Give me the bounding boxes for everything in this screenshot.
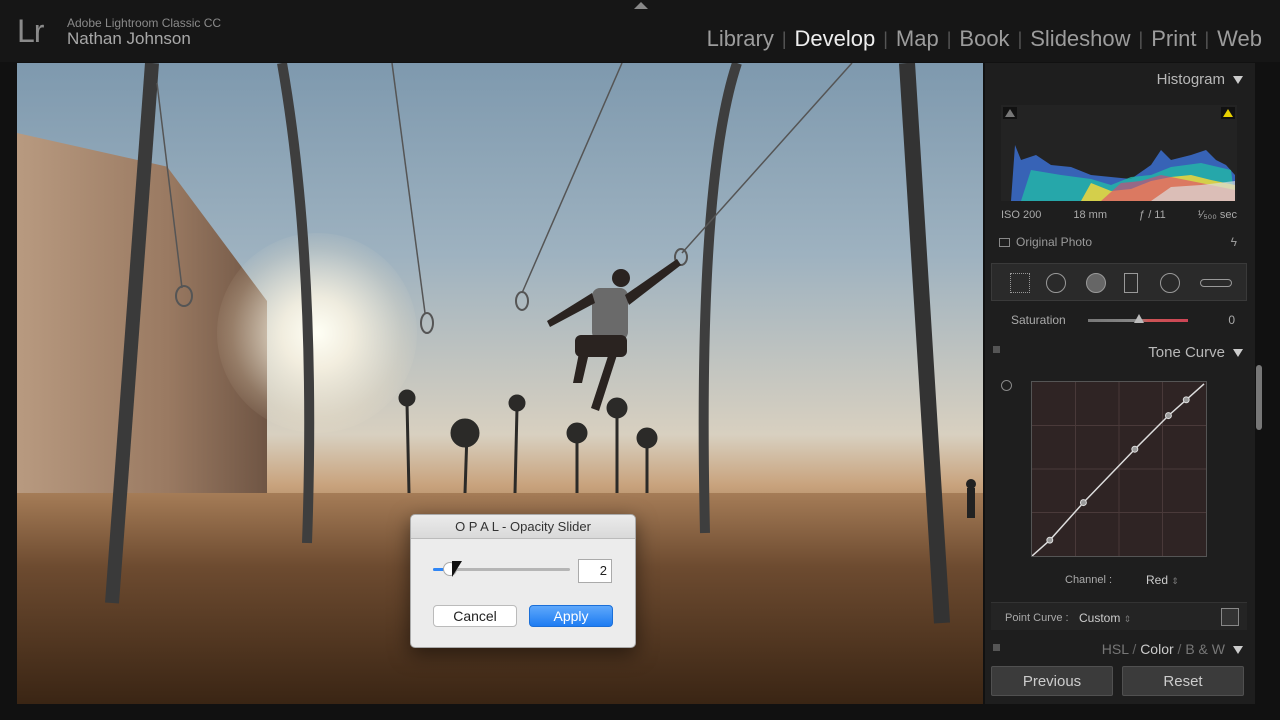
panel-switch-icon[interactable] xyxy=(993,346,1000,353)
shutter-speed: ¹⁄₅₀₀ sec xyxy=(1197,209,1237,221)
lightroom-logo: Lr xyxy=(17,13,44,49)
targeted-adjustment-icon[interactable] xyxy=(1001,380,1012,391)
module-develop[interactable]: Develop xyxy=(787,26,884,52)
graduated-filter-icon[interactable] xyxy=(1124,273,1138,293)
top-bar: Lr Adobe Lightroom Classic CC Nathan Joh… xyxy=(0,0,1280,62)
module-map[interactable]: Map xyxy=(888,26,947,52)
panel-toggle-arrow-icon[interactable] xyxy=(634,2,648,9)
hsl-tab[interactable]: HSL xyxy=(1102,641,1129,657)
cancel-button[interactable]: Cancel xyxy=(433,605,517,627)
lightning-icon: ϟ xyxy=(1230,235,1237,249)
original-photo-toggle[interactable]: Original Photo xyxy=(999,235,1092,249)
chevron-updown-icon: ⇕ xyxy=(1171,576,1179,586)
aperture-value: ƒ / 11 xyxy=(1139,209,1166,221)
tone-curve-header[interactable]: Tone Curve xyxy=(1148,344,1243,361)
module-picker: Library | Develop | Map | Book | Slidesh… xyxy=(699,26,1270,52)
saturation-thumb[interactable] xyxy=(1133,313,1144,323)
iso-value: ISO 200 xyxy=(1001,209,1042,221)
module-web[interactable]: Web xyxy=(1209,26,1270,52)
previous-button[interactable]: Previous xyxy=(991,666,1113,696)
tone-curve-title: Tone Curve xyxy=(1148,344,1225,361)
bw-tab[interactable]: B & W xyxy=(1185,641,1225,657)
tone-curve-graph[interactable] xyxy=(1031,381,1207,557)
original-photo-checkbox[interactable] xyxy=(999,237,1010,247)
panel-scrollbar[interactable] xyxy=(1256,365,1262,430)
channel-value: Red xyxy=(1146,573,1169,587)
crop-tool-icon[interactable] xyxy=(1010,273,1030,293)
point-curve-label: Point Curve : xyxy=(1005,612,1069,624)
apply-button[interactable]: Apply xyxy=(529,605,613,627)
chevron-updown-icon: ⇕ xyxy=(1123,614,1132,624)
color-tab[interactable]: Color xyxy=(1140,641,1173,657)
user-name: Nathan Johnson xyxy=(67,29,191,48)
reset-button[interactable]: Reset xyxy=(1122,666,1244,696)
collapse-triangle-icon[interactable] xyxy=(1233,349,1243,358)
brush-icon[interactable] xyxy=(1200,279,1232,287)
exif-info: ISO 200 18 mm ƒ / 11 ¹⁄₅₀₀ sec xyxy=(1001,209,1237,221)
saturation-label: Saturation xyxy=(1011,313,1066,327)
module-library[interactable]: Library xyxy=(699,26,782,52)
saturation-row: Saturation 0 xyxy=(991,307,1247,333)
point-curve-value: Custom xyxy=(1079,611,1121,625)
saturation-value: 0 xyxy=(1228,313,1235,327)
develop-right-panel: Histogram ISO 200 18 mm ƒ / 11 ¹⁄₅₀₀ sec… xyxy=(985,63,1255,704)
channel-label: Channel : xyxy=(1065,574,1113,586)
saturation-slider[interactable] xyxy=(1087,313,1188,323)
point-curve-select[interactable]: Custom ⇕ xyxy=(1079,611,1131,625)
red-eye-icon[interactable] xyxy=(1086,273,1106,293)
histogram-header[interactable]: Histogram xyxy=(1157,71,1243,88)
histogram-graph[interactable] xyxy=(1001,105,1237,201)
dialog-title: O P A L - Opacity Slider xyxy=(411,515,635,539)
channel-select[interactable]: Red ⇕ xyxy=(1146,573,1179,587)
histogram-title: Histogram xyxy=(1156,71,1225,88)
app-title: Adobe Lightroom Classic CC xyxy=(67,16,222,30)
panel-switch-icon[interactable] xyxy=(993,644,1000,651)
edit-point-curve-icon[interactable] xyxy=(1221,608,1239,626)
opacity-value-input[interactable]: 2 xyxy=(578,559,612,583)
spot-removal-icon[interactable] xyxy=(1046,273,1066,293)
focal-length: 18 mm xyxy=(1073,209,1107,221)
hsl-header[interactable]: HSL / Color / B & W xyxy=(1102,641,1243,657)
tool-strip xyxy=(991,263,1247,301)
mouse-cursor-icon xyxy=(452,561,462,577)
point-curve-row: Point Curve : Custom ⇕ xyxy=(991,602,1247,630)
original-photo-label: Original Photo xyxy=(1016,235,1093,249)
module-slideshow[interactable]: Slideshow xyxy=(1022,26,1138,52)
collapse-triangle-icon[interactable] xyxy=(1233,646,1243,655)
opacity-slider-dialog: O P A L - Opacity Slider 2 Cancel Apply xyxy=(410,514,636,648)
module-book[interactable]: Book xyxy=(951,26,1017,52)
radial-filter-icon[interactable] xyxy=(1160,273,1180,293)
collapse-triangle-icon[interactable] xyxy=(1233,76,1243,85)
module-print[interactable]: Print xyxy=(1143,26,1204,52)
